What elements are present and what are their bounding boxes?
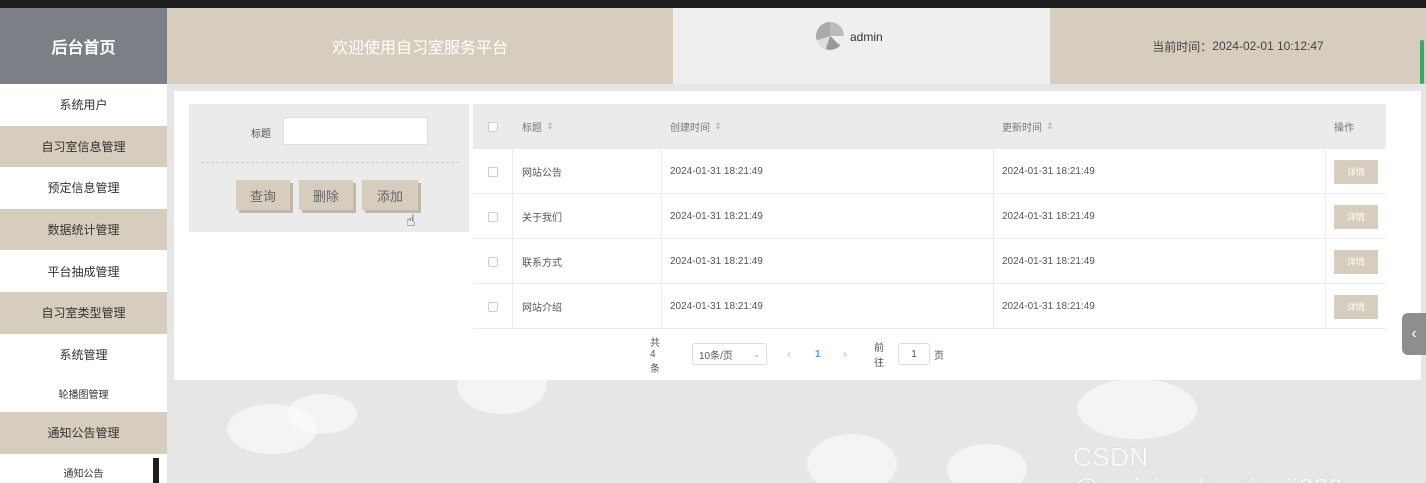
header-updated-label: 更新时间 <box>1002 123 1042 134</box>
sort-icon: ⇕ <box>714 121 722 131</box>
table-header-row: 标题 ⇕ 创建时间 ⇕ 更新时间 ⇕ 操作 <box>473 104 1386 149</box>
page-size-value: 10条/页 <box>699 350 733 362</box>
current-time: 当前时间： 2024-02-01 10:12:47 <box>1050 8 1426 84</box>
sidebar-item-commission[interactable]: 平台抽成管理 <box>0 250 167 292</box>
decor-bubble <box>287 394 357 434</box>
header-updated[interactable]: 更新时间 ⇕ <box>994 104 1326 149</box>
detail-button[interactable]: 详情 <box>1334 159 1378 184</box>
header-title-label: 标题 <box>522 123 542 134</box>
cell-title: 联系方式 <box>513 239 662 284</box>
page-size-select[interactable]: 10条/页 ⌄ <box>692 343 767 365</box>
row-checkbox[interactable] <box>487 256 498 267</box>
sidebar-item-notices[interactable]: 通知公告 <box>0 454 167 483</box>
sidebar-item-system[interactable]: 系统管理 <box>0 334 167 376</box>
chevron-left-icon: ‹ <box>1411 325 1417 342</box>
sort-icon: ⇕ <box>546 121 554 131</box>
decor-bubble <box>1077 379 1197 439</box>
sidebar-item-carousel[interactable]: 轮播图管理 <box>0 375 167 412</box>
welcome-title: 欢迎使用自习室服务平台 <box>167 8 673 84</box>
add-button[interactable]: 添加 <box>362 180 418 210</box>
goto-page-input[interactable]: 1 <box>898 343 930 365</box>
search-divider <box>201 162 459 163</box>
prev-page-icon[interactable]: ‹ <box>787 343 791 365</box>
cell-updated: 2024-01-31 18:21:49 <box>994 149 1326 194</box>
query-button[interactable]: 查询 <box>236 180 290 210</box>
sidebar-item-notice-management[interactable]: 通知公告管理 <box>0 412 167 454</box>
window-top-bar <box>0 0 1426 8</box>
watermark: CSDN @weixin_danpianji889 <box>1073 442 1343 483</box>
chevron-down-icon: ⌄ <box>753 349 760 359</box>
goto-label: 前往 <box>874 343 884 369</box>
header-title[interactable]: 标题 ⇕ <box>513 104 662 149</box>
header: 后台首页 欢迎使用自习室服务平台 admin 当前时间： 2024-02-01 … <box>0 8 1426 84</box>
header-actions: 操作 <box>1326 104 1386 149</box>
sidebar-item-statistics[interactable]: 数据统计管理 <box>0 208 167 251</box>
time-label: 当前时间： <box>1152 39 1213 54</box>
table-row: 联系方式 2024-01-31 18:21:49 2024-01-31 18:2… <box>473 239 1386 284</box>
sidebar-item-room-types[interactable]: 自习室类型管理 <box>0 291 167 334</box>
time-value: 2024-02-01 10:12:47 <box>1212 39 1324 53</box>
sidebar-item-system-users[interactable]: 系统用户 <box>0 84 167 126</box>
cell-created: 2024-01-31 18:21:49 <box>662 149 994 194</box>
table-row: 关于我们 2024-01-31 18:21:49 2024-01-31 18:2… <box>473 194 1386 239</box>
hand-cursor-icon: ☝ <box>406 213 416 230</box>
next-page-icon[interactable]: › <box>843 343 847 365</box>
table-row: 网站介绍 2024-01-31 18:21:49 2024-01-31 18:2… <box>473 284 1386 329</box>
search-panel: 标题 查询 删除 添加 <box>189 104 469 232</box>
home-link[interactable]: 后台首页 <box>0 8 167 84</box>
detail-button[interactable]: 详情 <box>1334 204 1378 229</box>
page-number-current[interactable]: 1 <box>815 343 821 365</box>
sidebar-item-reservations[interactable]: 预定信息管理 <box>0 167 167 209</box>
search-title-input[interactable] <box>283 117 428 145</box>
select-all-checkbox[interactable] <box>487 121 498 132</box>
cell-title: 关于我们 <box>513 194 662 239</box>
delete-button[interactable]: 删除 <box>299 180 353 210</box>
detail-button[interactable]: 详情 <box>1334 294 1378 319</box>
detail-button[interactable]: 详情 <box>1334 249 1378 274</box>
row-checkbox[interactable] <box>487 301 498 312</box>
sort-icon: ⇕ <box>1046 121 1054 131</box>
header-actions-label: 操作 <box>1334 123 1354 134</box>
sidebar-item-room-info[interactable]: 自习室信息管理 <box>0 125 167 168</box>
pagination-total: 共 4 条 <box>650 337 660 375</box>
table-row: 网站公告 2024-01-31 18:21:49 2024-01-31 18:2… <box>473 149 1386 194</box>
header-created[interactable]: 创建时间 ⇕ <box>662 104 994 149</box>
collapse-panel-button[interactable]: ‹ <box>1402 313 1426 355</box>
cell-title: 网站介绍 <box>513 284 662 329</box>
cell-created: 2024-01-31 18:21:49 <box>662 239 994 284</box>
cell-created: 2024-01-31 18:21:49 <box>662 284 994 329</box>
cell-updated: 2024-01-31 18:21:49 <box>994 239 1326 284</box>
avatar[interactable] <box>816 22 844 50</box>
cell-updated: 2024-01-31 18:21:49 <box>994 194 1326 239</box>
row-checkbox[interactable] <box>487 211 498 222</box>
header-created-label: 创建时间 <box>670 123 710 134</box>
sidebar: 系统用户 自习室信息管理 预定信息管理 数据统计管理 平台抽成管理 自习室类型管… <box>0 84 167 483</box>
cell-title: 网站公告 <box>513 149 662 194</box>
row-checkbox[interactable] <box>487 166 498 177</box>
cell-created: 2024-01-31 18:21:49 <box>662 194 994 239</box>
page-unit-label: 页 <box>934 350 944 362</box>
username[interactable]: admin <box>850 30 883 44</box>
decor-bubble <box>807 434 897 483</box>
cell-updated: 2024-01-31 18:21:49 <box>994 284 1326 329</box>
decor-bubble <box>947 444 1027 483</box>
user-area: admin <box>673 8 1050 84</box>
page-scrollbar[interactable] <box>1420 40 1424 84</box>
search-title-label: 标题 <box>251 129 271 140</box>
